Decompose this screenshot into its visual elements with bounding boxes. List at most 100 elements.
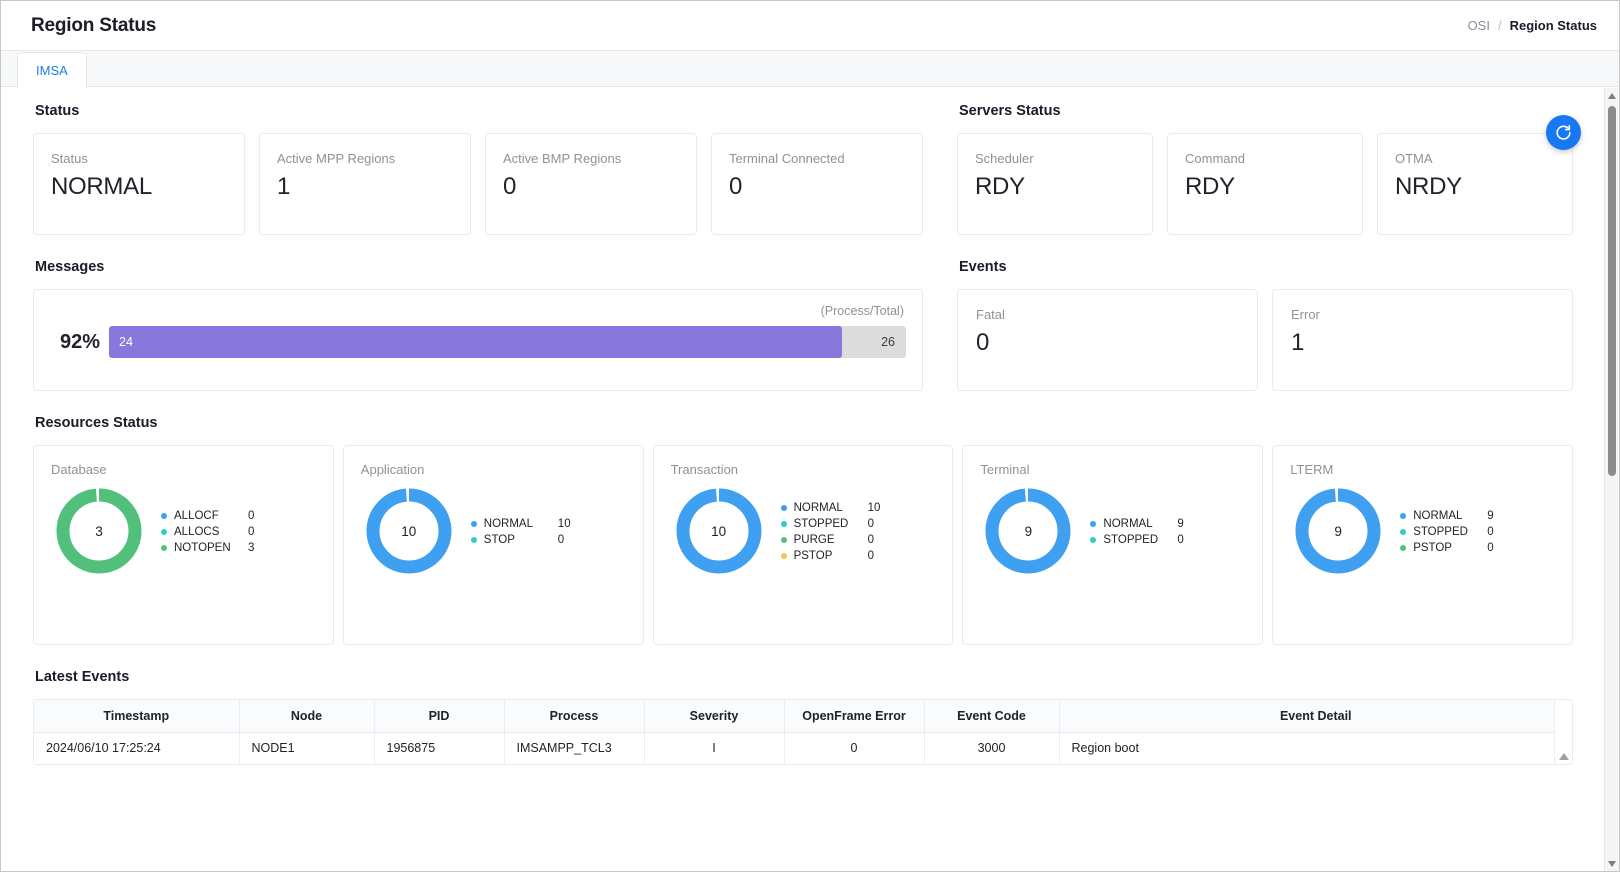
legend-item: STOPPED0 [1090,534,1248,546]
scroll-up-button[interactable] [1605,88,1619,103]
legend-color-dot-icon [471,537,477,543]
events-section: Events Fatal 0 Error 1 [957,235,1573,391]
status-section: Status Status NORMAL Active MPP Regions … [33,103,923,235]
legend-value: 9 [1487,510,1493,522]
legend-color-dot-icon [781,537,787,543]
table-column-header[interactable]: OpenFrame Error [784,700,924,732]
messages-caption: (Process/Total) [50,304,906,318]
resource-card-body: 3ALLOCF0ALLOCS0NOTOPEN3 [51,485,319,577]
legend-color-dot-icon [1400,529,1406,535]
resource-card: Database3ALLOCF0ALLOCS0NOTOPEN3 [33,445,334,645]
legend-item: STOP0 [471,534,629,546]
events-section-title: Events [959,259,1573,275]
resource-card: Terminal9NORMAL9STOPPED0 [962,445,1263,645]
event-card-error: Error 1 [1272,289,1573,391]
legend-label: PSTOP [1413,542,1487,554]
table-cell-severity: I [644,732,784,764]
legend-label: ALLOCS [174,526,248,538]
resource-card: LTERM9NORMAL9STOPPED0PSTOP0 [1272,445,1573,645]
donut-chart: 3 [53,485,145,577]
legend-label: PSTOP [794,550,868,562]
chevron-down-icon [1608,861,1616,867]
legend-label: NORMAL [794,502,868,514]
resource-card-body: 9NORMAL9STOPPED0PSTOP0 [1290,485,1558,577]
latest-events-section: Latest Events TimestampNodePIDProcessSev… [33,669,1573,765]
table-column-header[interactable]: Node [239,700,374,732]
table-cell-openframe-error: 0 [784,732,924,764]
legend-color-dot-icon [1400,545,1406,551]
legend-item: NORMAL10 [471,518,629,530]
table-column-header[interactable]: Timestamp [34,700,239,732]
card-label: Command [1185,151,1345,166]
status-section-title: Status [35,103,923,119]
refresh-button[interactable] [1546,115,1581,150]
legend-label: ALLOCF [174,510,248,522]
card-value: 1 [1291,329,1555,357]
legend-color-dot-icon [781,553,787,559]
tab-imsa-label: IMSA [36,63,68,78]
legend-label: NOTOPEN [174,542,248,554]
donut-center-value: 10 [673,485,765,577]
table-body: 2024/06/10 17:25:24NODE11956875IMSAMPP_T… [34,732,1572,764]
scrollbar-thumb[interactable] [1608,106,1616,476]
server-status-card: Command RDY [1167,133,1363,235]
table-cell-event-detail: Region boot [1059,732,1572,764]
table-column-header[interactable]: Event Code [924,700,1059,732]
event-card-fatal: Fatal 0 [957,289,1258,391]
legend-color-dot-icon [1090,537,1096,543]
donut-center-value: 9 [1292,485,1384,577]
legend-value: 0 [1177,534,1183,546]
card-label: Error [1291,307,1555,322]
legend-item: PURGE0 [781,534,939,546]
table-column-header[interactable]: Severity [644,700,784,732]
tab-strip: IMSA [1,51,1619,87]
table-scroll-down-icon[interactable] [1559,753,1569,760]
breadcrumb-root[interactable]: OSI [1468,18,1490,33]
resource-card-title: LTERM [1290,462,1558,477]
servers-status-section-title: Servers Status [959,103,1573,119]
donut-legend: ALLOCF0ALLOCS0NOTOPEN3 [161,508,319,554]
legend-color-dot-icon [781,521,787,527]
legend-item: STOPPED0 [1400,526,1558,538]
legend-item: NORMAL9 [1090,518,1248,530]
server-status-card: OTMA NRDY [1377,133,1573,235]
table-scrollbar[interactable] [1554,700,1572,764]
table-row[interactable]: 2024/06/10 17:25:24NODE11956875IMSAMPP_T… [34,732,1572,764]
card-value: 0 [503,173,679,201]
card-label: Fatal [976,307,1240,322]
legend-value: 0 [1487,526,1493,538]
table-cell-event-code: 3000 [924,732,1059,764]
card-label: Active BMP Regions [503,151,679,166]
messages-processed-value: 24 [119,335,133,349]
legend-label: NORMAL [484,518,558,530]
donut-legend: NORMAL10 STOP0 [471,516,629,546]
table-column-header[interactable]: Process [504,700,644,732]
donut-legend: NORMAL9 STOPPED0 [1090,516,1248,546]
scroll-down-button[interactable] [1605,856,1619,871]
table-column-header[interactable]: PID [374,700,504,732]
legend-item: NOTOPEN3 [161,542,319,554]
chevron-up-icon [1608,93,1616,99]
tab-imsa[interactable]: IMSA [17,52,87,87]
resource-card-body: 10NORMAL10STOPPED0PURGE0PSTOP0 [671,485,939,577]
legend-value: 0 [1487,542,1493,554]
card-label: Scheduler [975,151,1135,166]
legend-color-dot-icon [161,545,167,551]
servers-status-card-list: Scheduler RDY Command RDY OTMA NRDY [957,133,1573,235]
region-status-page: Region Status OSI / Region Status IMSA [0,0,1620,872]
latest-events-table-wrap: TimestampNodePIDProcessSeverityOpenFrame… [33,699,1573,765]
legend-item: NORMAL9 [1400,510,1558,522]
events-card-list: Fatal 0 Error 1 [957,289,1573,391]
donut-legend: NORMAL9 STOPPED0 PSTOP0 [1400,508,1558,554]
table-column-header[interactable]: Event Detail [1059,700,1572,732]
card-value: NORMAL [51,173,227,201]
legend-value: 9 [1177,518,1183,530]
legend-value: 0 [248,526,254,538]
status-card: Status NORMAL [33,133,245,235]
legend-value: 0 [558,534,564,546]
page-scrollbar[interactable] [1604,88,1619,871]
legend-label: NORMAL [1103,518,1177,530]
donut-chart: 9 [982,485,1074,577]
servers-status-section: Servers Status Scheduler RDY Command RDY… [957,103,1573,235]
page-header: Region Status OSI / Region Status [1,1,1619,51]
